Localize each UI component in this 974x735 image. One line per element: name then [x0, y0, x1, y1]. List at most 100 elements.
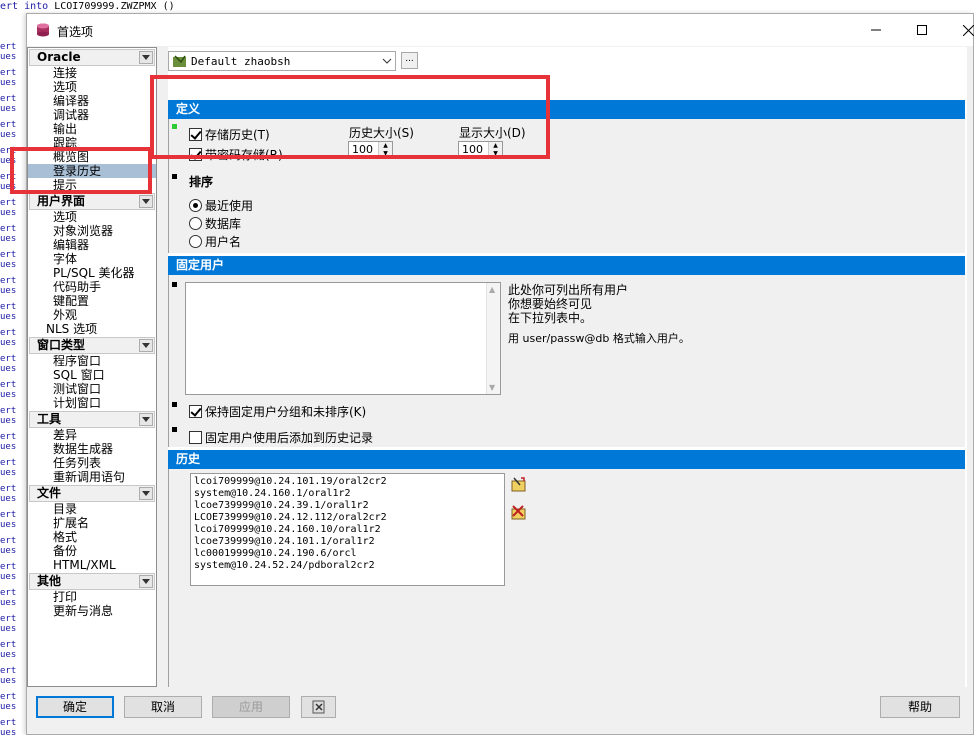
history-entry[interactable]: system@10.24.52.24/pdboral2cr2 [194, 560, 501, 572]
nav-group-label: Oracle [37, 50, 81, 64]
highlight-login-history [10, 147, 152, 194]
gutter-line: ert ues [0, 406, 22, 426]
tools-button[interactable] [301, 696, 336, 718]
delete-history-icon[interactable] [511, 505, 527, 521]
nav-item[interactable]: 目录 [28, 502, 156, 516]
nav-group-header[interactable]: 工具 [29, 411, 155, 428]
chevron-down-icon[interactable] [139, 575, 153, 588]
nav-item[interactable]: 差异 [28, 428, 156, 442]
nav-item[interactable]: 对象浏览器 [28, 224, 156, 238]
profile-value: Default zhaobsh [191, 54, 291, 68]
history-entry[interactable]: lcoi709999@10.24.160.10/oral1r2 [194, 524, 501, 536]
add-history-icon[interactable] [511, 477, 527, 493]
chevron-down-icon[interactable] [139, 487, 153, 500]
history-entry[interactable]: system@10.24.160.1/oral1r2 [194, 488, 501, 500]
nav-item[interactable]: 外观 [28, 308, 156, 322]
nav-item[interactable]: 调试器 [28, 108, 156, 122]
nav-item[interactable]: 代码助手 [28, 280, 156, 294]
nav-item[interactable]: 测试窗口 [28, 382, 156, 396]
help-button[interactable]: 帮助 [880, 696, 960, 718]
nav-item[interactable]: 重新调用语句 [28, 470, 156, 484]
nav-group-header[interactable]: 其他 [29, 573, 155, 590]
gutter-word: ues [0, 546, 17, 556]
nav-item[interactable]: 扩展名 [28, 516, 156, 530]
nav-group-label: 窗口类型 [37, 338, 86, 352]
history-entry[interactable]: lcoi709999@10.24.101.19/oral2cr2 [194, 476, 501, 488]
profile-select[interactable]: Default zhaobsh [168, 51, 396, 71]
nav-item[interactable]: 更新与消息 [28, 604, 156, 618]
gutter-word: ert [0, 250, 17, 260]
gutter-word: ert [0, 432, 17, 442]
nav-item[interactable]: 程序窗口 [28, 354, 156, 368]
nav-item[interactable]: SQL 窗口 [28, 368, 156, 382]
fixed-users-textarea[interactable]: ▲ ▼ [185, 282, 501, 395]
keep-grouped-checkbox[interactable]: 保持固定用户分组和未排序(K) [189, 403, 366, 420]
nav-item[interactable]: 格式 [28, 530, 156, 544]
scroll-down-icon[interactable]: ▼ [489, 383, 495, 392]
gutter-line: ert ues [0, 614, 22, 634]
gutter-word: ert [0, 510, 17, 520]
history-list[interactable]: lcoi709999@10.24.101.19/oral2cr2 system@1… [190, 473, 505, 586]
nav-group-header[interactable]: Oracle [29, 49, 155, 66]
nav-item[interactable]: 编辑器 [28, 238, 156, 252]
gutter-word: ues [0, 208, 17, 218]
nav-item[interactable]: 连接 [28, 66, 156, 80]
title-bar: 首选项 [27, 14, 974, 46]
gutter-word: ues [0, 78, 17, 88]
profile-more-button[interactable]: ... [401, 52, 418, 69]
section-header-fixed-users: 固定用户 [168, 256, 965, 275]
history-entry[interactable]: lcoe739999@10.24.39.1/oral1r2 [194, 500, 501, 512]
nav-item[interactable]: HTML/XML [28, 558, 156, 572]
gutter-word: ues [0, 312, 17, 322]
gutter-word: ues [0, 104, 17, 114]
nav-item[interactable]: PL/SQL 美化器 [28, 266, 156, 280]
minimize-button[interactable] [853, 14, 899, 46]
gutter-word: ert [0, 614, 17, 624]
gutter-word: ues [0, 130, 17, 140]
history-entry[interactable]: LCOE739999@10.24.12.112/oral2cr2 [194, 512, 501, 524]
gutter-line: ert ues [0, 510, 22, 530]
nav-item[interactable]: 备份 [28, 544, 156, 558]
history-entry[interactable]: lc00019999@10.24.190.6/orcl [194, 548, 501, 560]
nav-item[interactable]: 数据生成器 [28, 442, 156, 456]
nav-item[interactable]: NLS 选项 [28, 322, 156, 336]
gutter-line: ert ues [0, 536, 22, 556]
nav-item[interactable]: 打印 [28, 590, 156, 604]
apply-button[interactable]: 应用 [212, 696, 290, 718]
history-entry[interactable]: lcoe739999@10.24.101.1/oral1r2 [194, 536, 501, 548]
nav-group-header[interactable]: 窗口类型 [29, 337, 155, 354]
chevron-down-icon[interactable] [139, 413, 153, 426]
nav-item[interactable]: 字体 [28, 252, 156, 266]
nav-group-label: 其他 [37, 574, 62, 588]
maximize-button[interactable] [899, 14, 945, 46]
gutter-word: ert [0, 120, 17, 130]
sort-option-radio[interactable]: 数据库 [189, 215, 241, 232]
nav-item[interactable]: 任务列表 [28, 456, 156, 470]
nav-item[interactable]: 选项 [28, 210, 156, 224]
add-to-history-checkbox[interactable]: 固定用户使用后添加到历史记录 [189, 429, 373, 446]
gutter-line: ert ues [0, 562, 22, 582]
nav-item[interactable]: 输出 [28, 122, 156, 136]
nav-item[interactable]: 编译器 [28, 94, 156, 108]
sort-option-radio[interactable]: 最近使用 [189, 197, 253, 214]
help-line: 在下拉列表中。 [508, 311, 593, 325]
nav-group-header[interactable]: 用户界面 [29, 193, 155, 210]
radio-label: 最近使用 [205, 199, 254, 213]
gutter-word: ert [0, 666, 17, 676]
nav-group-header[interactable]: 文件 [29, 485, 155, 502]
close-button[interactable] [945, 14, 974, 46]
chevron-down-icon[interactable] [139, 339, 153, 352]
nav-item[interactable]: 计划窗口 [28, 396, 156, 410]
ok-button[interactable]: 确定 [36, 696, 114, 718]
gutter-line: ert ues [0, 458, 22, 478]
scroll-up-icon[interactable]: ▲ [489, 285, 495, 294]
nav-item[interactable]: 选项 [28, 80, 156, 94]
gutter-word: ert [0, 640, 17, 650]
nav-item[interactable]: 键配置 [28, 294, 156, 308]
cancel-button[interactable]: 取消 [124, 696, 202, 718]
sort-option-radio[interactable]: 用户名 [189, 233, 241, 250]
chevron-down-icon[interactable] [139, 195, 153, 208]
gutter-word: ues [0, 260, 17, 270]
chevron-down-icon[interactable] [139, 51, 153, 64]
scrollbar[interactable]: ▲ ▼ [486, 283, 500, 394]
